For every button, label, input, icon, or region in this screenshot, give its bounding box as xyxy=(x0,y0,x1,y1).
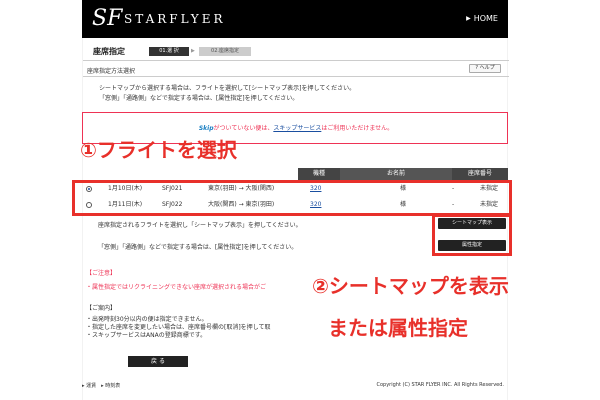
starflyer-logo-mark: SF xyxy=(92,6,123,31)
notice-text-before: がついていない便は、 xyxy=(213,125,274,132)
divider xyxy=(83,60,509,61)
skip-notice-text: Skipがついていない便は、スキップサービスはご利用いただけません。 xyxy=(83,123,509,132)
caution-title: 【ご注意】 xyxy=(86,270,117,277)
triangle-right-icon: ▶ xyxy=(466,15,471,22)
page-title: 座席指定 xyxy=(93,47,125,56)
home-link[interactable]: ▶ HOME xyxy=(466,14,498,23)
guide-item: ・出発時刻30分以内の便は指定できません。 xyxy=(86,316,208,323)
skip-service-link[interactable]: スキップサービス xyxy=(273,125,321,132)
footer: ▸ 運賃 ▸ 時刻表 Copyright (C) STAR FLYER INC.… xyxy=(82,380,508,392)
header-name: お名前 xyxy=(340,168,452,180)
step-current: 01.選 択 xyxy=(149,47,189,56)
table-header: 機種 お名前 座席番号 xyxy=(70,168,512,180)
highlight-flight-rows xyxy=(72,180,512,216)
home-label: HOME xyxy=(473,14,498,23)
copyright: Copyright (C) STAR FLYER INC. All Rights… xyxy=(376,382,505,388)
guide-item: ・スキップサービスはANAの登録商標です。 xyxy=(86,332,207,339)
instruction-line: シートマップから選択する場合は、フライトを選択して[シートマップ表示]を押してく… xyxy=(99,85,356,92)
title-row: 座席指定 01.選 択 ▶ 02.座席指定 xyxy=(83,44,509,58)
divider xyxy=(83,76,509,77)
instruction-line: 「窓側」「通路側」などで指定する場合は、[属性指定]を押してください。 xyxy=(99,95,299,102)
caution-line: ・属性指定ではリクライニングできない座席が選択される場合がご xyxy=(86,284,267,291)
footer-links[interactable]: ▸ 運賃 ▸ 時刻表 xyxy=(82,382,120,389)
instruction-attribute: 「窓側」「通路側」などで指定する場合は、[属性指定]を押してください。 xyxy=(98,244,298,251)
annotation-show-seatmap: ②シートマップを表示 xyxy=(312,274,509,298)
step-next: 02.座席指定 xyxy=(199,47,251,56)
instructions: シートマップから選択する場合は、フライトを選択して[シートマップ表示]を押してく… xyxy=(99,84,355,104)
starflyer-logo-text: STARFLYER xyxy=(124,12,226,26)
highlight-action-buttons xyxy=(432,214,512,256)
section-label: 座席指定方法選択 xyxy=(87,68,136,75)
guide-list: ・出発時刻30分以内の便は指定できません。 ・指定した座席を変更したい場合は、座… xyxy=(86,316,271,340)
instruction-seatmap: 座席指定されるフライトを選択し「シートマップ表示」を押してください。 xyxy=(98,222,302,229)
guide-title: 【ご案内】 xyxy=(86,305,117,312)
annotation-select-flight: ①フライトを選択 xyxy=(80,138,237,162)
notice-text-after: はご利用いただけません。 xyxy=(321,125,394,132)
header-aircraft: 機種 xyxy=(298,168,340,180)
guide-item: ・指定した座席を変更したい場合は、座席番号欄の[取消]を押して取 xyxy=(86,324,271,331)
site-header: SF STARFLYER ▶ HOME xyxy=(82,0,508,38)
annotation-or-attribute: または属性指定 xyxy=(328,316,468,340)
skip-logo: Skip xyxy=(198,125,214,132)
header-seat: 座席番号 xyxy=(452,168,508,180)
help-button[interactable]: ? ヘルプ xyxy=(469,64,501,73)
back-button[interactable]: 戻 る xyxy=(128,356,188,367)
step-separator-icon: ▶ xyxy=(191,48,195,54)
